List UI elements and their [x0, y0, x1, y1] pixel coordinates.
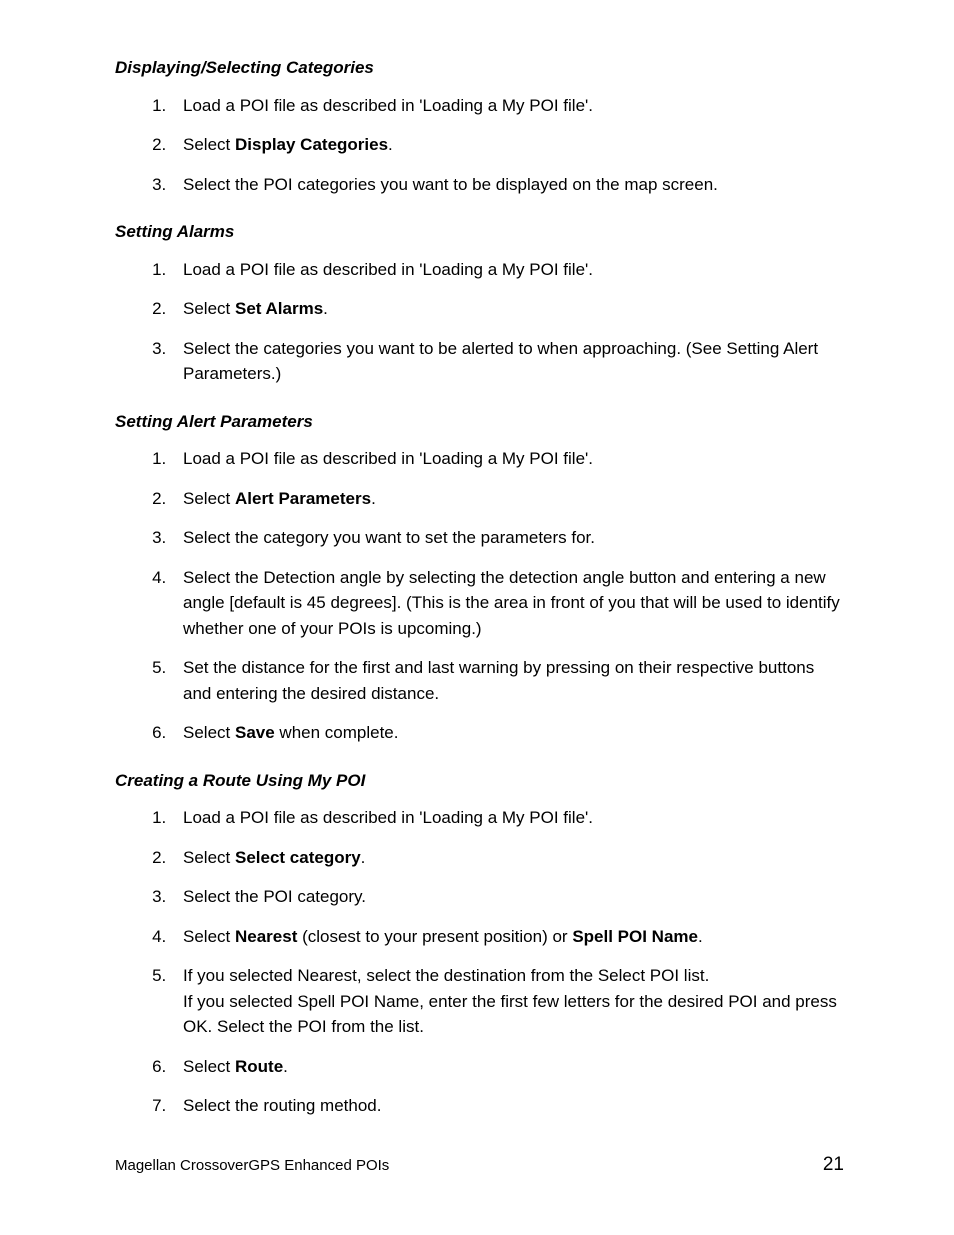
instruction-step: Load a POI file as described in 'Loading…: [171, 93, 844, 119]
instruction-step: Select Alert Parameters.: [171, 486, 844, 512]
bold-text: Nearest: [235, 927, 297, 946]
instruction-list: Load a POI file as described in 'Loading…: [135, 93, 844, 198]
body-text: .: [698, 927, 703, 946]
section-heading: Creating a Route Using My POI: [115, 768, 844, 794]
instruction-step: Select Display Categories.: [171, 132, 844, 158]
instruction-step: Select Select category.: [171, 845, 844, 871]
instruction-step: Select Set Alarms.: [171, 296, 844, 322]
instruction-step: Select the POI category.: [171, 884, 844, 910]
body-text: Load a POI file as described in 'Loading…: [183, 808, 593, 827]
body-text: .: [361, 848, 366, 867]
body-text: Select: [183, 135, 235, 154]
bold-text: Display Categories: [235, 135, 388, 154]
body-text: If you selected Spell POI Name, enter th…: [183, 992, 837, 1037]
body-text: (closest to your present position) or: [297, 927, 572, 946]
body-text: Select the categories you want to be ale…: [183, 339, 818, 384]
instruction-step: Load a POI file as described in 'Loading…: [171, 446, 844, 472]
instruction-list: Load a POI file as described in 'Loading…: [135, 805, 844, 1119]
instruction-step: Load a POI file as described in 'Loading…: [171, 257, 844, 283]
body-text: Load a POI file as described in 'Loading…: [183, 96, 593, 115]
instruction-step: If you selected Nearest, select the dest…: [171, 963, 844, 1040]
bold-text: Route: [235, 1057, 283, 1076]
body-text: .: [323, 299, 328, 318]
instruction-step: Select Save when complete.: [171, 720, 844, 746]
body-text: Load a POI file as described in 'Loading…: [183, 449, 593, 468]
instruction-step: Select the POI categories you want to be…: [171, 172, 844, 198]
page-footer: Magellan CrossoverGPS Enhanced POIs 21: [115, 1151, 844, 1180]
section-heading: Setting Alert Parameters: [115, 409, 844, 435]
body-text: Select the category you want to set the …: [183, 528, 595, 547]
body-text: .: [283, 1057, 288, 1076]
instruction-list: Load a POI file as described in 'Loading…: [135, 446, 844, 746]
instruction-step: Select the category you want to set the …: [171, 525, 844, 551]
body-text: Select the Detection angle by selecting …: [183, 568, 840, 638]
section-heading: Displaying/Selecting Categories: [115, 55, 844, 81]
body-text: Set the distance for the first and last …: [183, 658, 814, 703]
body-text: Select the POI category.: [183, 887, 366, 906]
body-text: Select the routing method.: [183, 1096, 381, 1115]
instruction-step: Select the Detection angle by selecting …: [171, 565, 844, 642]
instruction-step: Select Route.: [171, 1054, 844, 1080]
body-text: Select: [183, 723, 235, 742]
instruction-step: Load a POI file as described in 'Loading…: [171, 805, 844, 831]
body-text: If you selected Nearest, select the dest…: [183, 966, 709, 985]
body-text: .: [371, 489, 376, 508]
bold-text: Alert Parameters: [235, 489, 371, 508]
instruction-list: Load a POI file as described in 'Loading…: [135, 257, 844, 387]
body-text: Select: [183, 1057, 235, 1076]
document-body: Displaying/Selecting Categories Load a PO…: [115, 55, 844, 1119]
bold-text: Select category: [235, 848, 361, 867]
body-text: Load a POI file as described in 'Loading…: [183, 260, 593, 279]
instruction-step: Select the routing method.: [171, 1093, 844, 1119]
body-text: Select: [183, 489, 235, 508]
body-text: .: [388, 135, 393, 154]
instruction-step: Set the distance for the first and last …: [171, 655, 844, 706]
body-text: Select: [183, 299, 235, 318]
bold-text: Set Alarms: [235, 299, 323, 318]
page-number: 21: [823, 1151, 844, 1180]
body-text: Select: [183, 927, 235, 946]
section-heading: Setting Alarms: [115, 219, 844, 245]
bold-text: Spell POI Name: [572, 927, 698, 946]
instruction-step: Select the categories you want to be ale…: [171, 336, 844, 387]
footer-title: Magellan CrossoverGPS Enhanced POIs: [115, 1155, 389, 1178]
body-text: Select the POI categories you want to be…: [183, 175, 718, 194]
body-text: Select: [183, 848, 235, 867]
body-text: when complete.: [275, 723, 399, 742]
instruction-step: Select Nearest (closest to your present …: [171, 924, 844, 950]
bold-text: Save: [235, 723, 275, 742]
